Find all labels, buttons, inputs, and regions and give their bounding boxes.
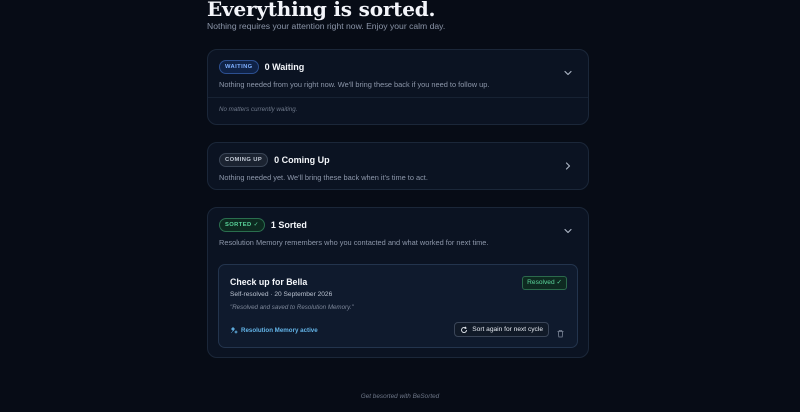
sorted-section: SORTED ✓ 1 Sorted Resolution Memory reme…	[207, 207, 589, 358]
page-title: Everything is sorted.	[207, 0, 436, 21]
sorted-description: Resolution Memory remembers who you cont…	[219, 238, 489, 247]
sorted-item-quote: "Resolved and saved to Resolution Memory…	[230, 304, 354, 311]
page-subtitle: Nothing requires your attention right no…	[207, 21, 446, 31]
resolved-status-badge: Resolved ✓	[522, 276, 567, 290]
footer-text: Get besorted with BeSorted	[360, 393, 440, 400]
sorted-item-title: Check up for Bella	[230, 277, 308, 287]
waiting-title: 0 Waiting	[264, 62, 305, 72]
resolution-memory-link[interactable]: Resolution Memory active	[230, 326, 318, 334]
coming-up-header[interactable]: COMING UP 0 Coming Up Nothing needed yet…	[219, 153, 578, 182]
coming-up-description: Nothing needed yet. We'll bring these ba…	[219, 173, 428, 182]
sort-again-label: Sort again for next cycle	[472, 326, 543, 333]
chevron-right-icon[interactable]	[562, 160, 574, 172]
sorted-header[interactable]: SORTED ✓ 1 Sorted Resolution Memory reme…	[219, 218, 578, 247]
trash-icon[interactable]	[556, 325, 565, 338]
sorted-badge: SORTED ✓	[219, 218, 265, 232]
coming-up-title: 0 Coming Up	[274, 155, 330, 165]
memory-icon	[230, 326, 238, 334]
resolution-memory-label: Resolution Memory active	[241, 326, 318, 334]
coming-up-section: COMING UP 0 Coming Up Nothing needed yet…	[207, 142, 589, 190]
waiting-badge: WAITING	[219, 60, 259, 74]
sorted-item-card: Check up for Bella Self-resolved · 20 Se…	[218, 264, 578, 348]
divider	[208, 97, 588, 98]
chevron-down-icon[interactable]	[562, 225, 574, 237]
waiting-description: Nothing needed from you right now. We'll…	[219, 80, 490, 89]
coming-up-badge: COMING UP	[219, 153, 269, 167]
sorted-item-meta: Self-resolved · 20 September 2026	[230, 291, 333, 298]
sorted-title: 1 Sorted	[270, 220, 307, 230]
chevron-down-icon[interactable]	[562, 67, 574, 79]
waiting-section: WAITING 0 Waiting Nothing needed from yo…	[207, 49, 589, 125]
refresh-icon	[460, 326, 468, 334]
waiting-empty-note: No matters currently waiting.	[219, 106, 298, 113]
waiting-header[interactable]: WAITING 0 Waiting Nothing needed from yo…	[219, 60, 578, 89]
sort-again-button[interactable]: Sort again for next cycle	[454, 322, 549, 337]
